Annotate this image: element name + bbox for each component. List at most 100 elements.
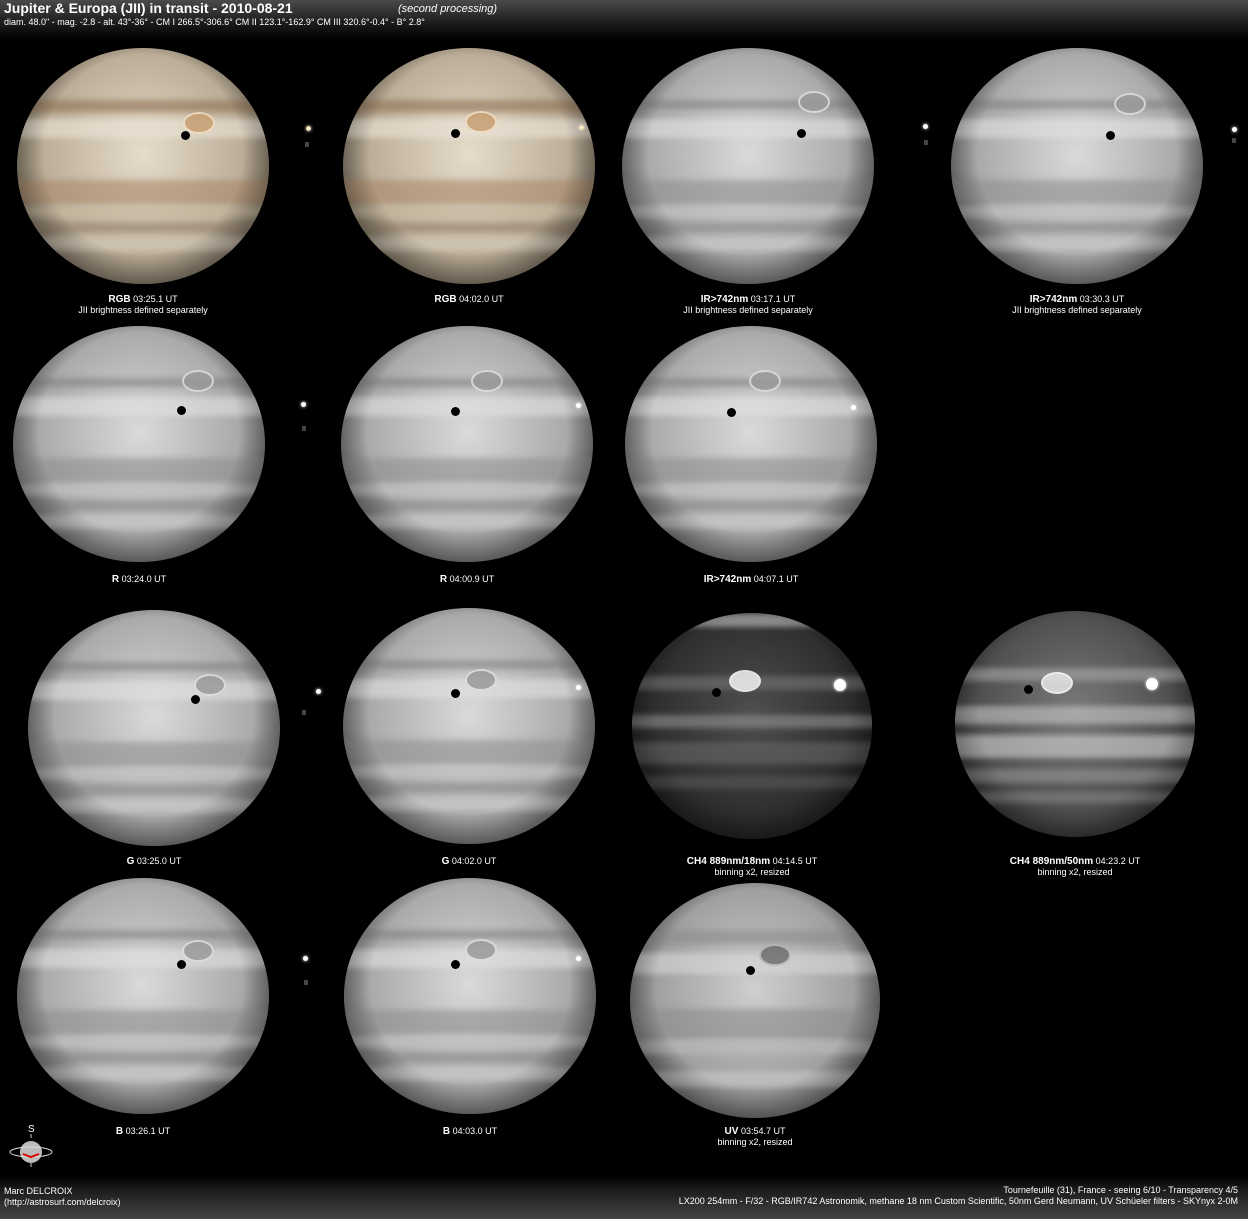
moon-marker-label: II bbox=[302, 426, 306, 433]
great-red-spot bbox=[471, 370, 503, 392]
author-name: Marc DELCROIX bbox=[4, 1186, 73, 1196]
capture-time: 04:07.1 UT bbox=[751, 574, 799, 584]
limb-shading bbox=[343, 47, 595, 285]
limb-shading bbox=[955, 611, 1195, 837]
europa-shadow bbox=[191, 695, 200, 704]
jupiter-disk-image bbox=[17, 47, 269, 285]
panel-caption: IR>742nm 04:07.1 UT bbox=[626, 574, 876, 585]
europa-shadow bbox=[1106, 131, 1115, 140]
europa-moon bbox=[306, 126, 311, 131]
europa-shadow bbox=[727, 408, 736, 417]
compass-label: S bbox=[28, 1124, 35, 1135]
jupiter-disk-image bbox=[28, 609, 280, 847]
jupiter-disk-image bbox=[951, 47, 1203, 285]
panel-note: binning x2, resized bbox=[717, 1137, 793, 1147]
capture-time: 03:25.1 UT bbox=[130, 294, 178, 304]
limb-shading bbox=[625, 325, 877, 563]
europa-moon bbox=[1146, 678, 1158, 690]
europa-shadow bbox=[181, 131, 190, 140]
europa-shadow bbox=[177, 406, 186, 415]
jupiter-disk-image bbox=[632, 613, 872, 839]
limb-shading bbox=[632, 613, 872, 839]
filter-name: B bbox=[115, 1126, 124, 1137]
panel-caption: CH4 889nm/18nm 04:14.5 UT binning x2, res… bbox=[627, 856, 877, 878]
capture-time: 04:00.9 UT bbox=[447, 574, 495, 584]
page-subtitle: (second processing) bbox=[398, 3, 498, 15]
panel-caption: UV 03:54.7 UT binning x2, resized bbox=[630, 1126, 880, 1148]
filter-name: R bbox=[111, 574, 120, 585]
jupiter-disk-image bbox=[341, 325, 593, 563]
europa-shadow bbox=[451, 689, 460, 698]
europa-shadow bbox=[451, 960, 460, 969]
capture-time: 03:26.1 UT bbox=[123, 1126, 171, 1136]
panel-caption: IR>742nm 03:17.1 UT JII brightness define… bbox=[623, 294, 873, 316]
jupiter-disk-image bbox=[625, 325, 877, 563]
jupiter-disk-image bbox=[13, 325, 265, 563]
filter-name: IR>742nm bbox=[700, 294, 749, 305]
capture-time: 03:54.7 UT bbox=[738, 1126, 786, 1136]
filter-name: IR>742nm bbox=[703, 574, 752, 585]
header-bar: Jupiter & Europa (JII) in transit - 2010… bbox=[0, 0, 1248, 40]
panel-caption: G 03:25.0 UT bbox=[29, 856, 279, 867]
moon-marker-label: II bbox=[304, 980, 308, 987]
panel-caption: RGB 04:02.0 UT bbox=[344, 294, 594, 305]
filter-name: RGB bbox=[108, 294, 131, 305]
europa-shadow bbox=[451, 407, 460, 416]
panel-note: JII brightness defined separately bbox=[683, 305, 813, 315]
page-title: Jupiter & Europa (JII) in transit - 2010… bbox=[4, 0, 293, 16]
europa-moon bbox=[303, 956, 308, 961]
panel-note: JII brightness defined separately bbox=[1012, 305, 1142, 315]
filter-name: CH4 889nm/50nm bbox=[1009, 856, 1094, 867]
panel-caption: CH4 889nm/50nm 04:23.2 UT binning x2, res… bbox=[950, 856, 1200, 878]
europa-shadow bbox=[797, 129, 806, 138]
great-red-spot bbox=[182, 370, 214, 392]
limb-shading bbox=[344, 877, 596, 1115]
capture-time: 03:24.0 UT bbox=[119, 574, 167, 584]
great-red-spot bbox=[465, 939, 497, 961]
filter-name: RGB bbox=[434, 294, 457, 305]
limb-shading bbox=[341, 325, 593, 563]
filter-name: B bbox=[442, 1126, 451, 1137]
panel-note: binning x2, resized bbox=[1037, 867, 1113, 877]
panel-note: binning x2, resized bbox=[714, 867, 790, 877]
limb-shading bbox=[13, 325, 265, 563]
limb-shading bbox=[630, 882, 880, 1118]
europa-shadow bbox=[746, 966, 755, 975]
jupiter-disk-image bbox=[955, 611, 1195, 837]
orientation-compass-icon: S bbox=[9, 1124, 53, 1167]
equipment-list: LX200 254mm - F/32 - RGB/IR742 Astronomi… bbox=[678, 1196, 1238, 1206]
panel-caption: RGB 03:25.1 UT JII brightness defined sep… bbox=[18, 294, 268, 316]
europa-moon bbox=[579, 125, 584, 130]
jupiter-disk-image bbox=[343, 607, 595, 845]
capture-time: 03:30.3 UT bbox=[1077, 294, 1125, 304]
europa-moon bbox=[851, 405, 856, 410]
limb-shading bbox=[17, 47, 269, 285]
europa-shadow bbox=[177, 960, 186, 969]
europa-moon bbox=[576, 956, 581, 961]
great-red-spot bbox=[1041, 672, 1073, 694]
jupiter-disk-image bbox=[17, 877, 269, 1115]
europa-shadow bbox=[451, 129, 460, 138]
filter-name: CH4 889nm/18nm bbox=[686, 856, 771, 867]
europa-moon bbox=[834, 679, 846, 691]
jupiter-disk-image bbox=[344, 877, 596, 1115]
panel-caption: B 04:03.0 UT bbox=[345, 1126, 595, 1137]
jupiter-disk-image bbox=[630, 882, 880, 1118]
capture-time: 04:02.0 UT bbox=[449, 856, 497, 866]
panel-note: JII brightness defined separately bbox=[78, 305, 208, 315]
europa-shadow bbox=[712, 688, 721, 697]
europa-shadow bbox=[1024, 685, 1033, 694]
europa-moon bbox=[576, 403, 581, 408]
capture-time: 04:23.2 UT bbox=[1093, 856, 1141, 866]
panel-caption: R 04:00.9 UT bbox=[342, 574, 592, 585]
great-red-spot bbox=[749, 370, 781, 392]
limb-shading bbox=[343, 607, 595, 845]
great-red-spot bbox=[1114, 93, 1146, 115]
moon-marker-label: II bbox=[305, 142, 309, 149]
great-red-spot bbox=[729, 670, 761, 692]
great-red-spot bbox=[465, 111, 497, 133]
filter-name: UV bbox=[724, 1126, 739, 1137]
capture-time: 04:03.0 UT bbox=[450, 1126, 498, 1136]
great-red-spot bbox=[182, 940, 214, 962]
limb-shading bbox=[28, 609, 280, 847]
